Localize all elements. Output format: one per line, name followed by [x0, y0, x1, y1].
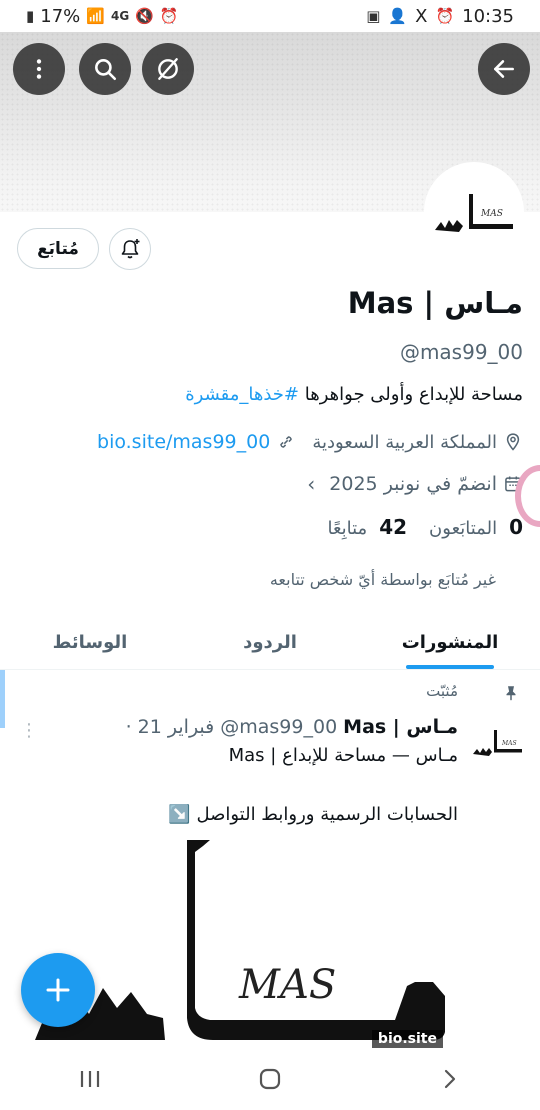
- tab-replies[interactable]: الردود: [180, 616, 360, 669]
- status-bar: ▮ 17% 📶 4G 🔇 ⏰ ▣ 👤 X ⏰ 10:35: [0, 0, 540, 32]
- profile-avatar[interactable]: MAS: [424, 162, 524, 262]
- recents-icon: [80, 1071, 100, 1087]
- grok-button[interactable]: [142, 43, 194, 95]
- more-vertical-icon: [36, 59, 42, 79]
- active-tab-indicator: [406, 665, 494, 669]
- bio-hashtag-link[interactable]: #خذها_مقشرة: [185, 384, 299, 405]
- location-text: المملكة العربية السعودية: [312, 431, 497, 453]
- person-add-icon: 👤: [388, 7, 408, 25]
- recents-button[interactable]: [60, 1059, 120, 1099]
- more-options-button[interactable]: [13, 43, 65, 95]
- tab-replies-label: الردود: [243, 632, 297, 653]
- media-signature: MAS: [238, 962, 336, 1008]
- tab-media-label: الوسائط: [52, 632, 128, 653]
- alarm-small-icon: ⏰: [435, 7, 455, 25]
- bell-plus-icon: [121, 239, 140, 259]
- signal-icon: 📶: [86, 7, 105, 25]
- not-followed-note: غير مُتابَع بواسطة أيّ شخص تتابعه: [269, 570, 496, 589]
- location-pin-icon: [506, 433, 520, 451]
- status-right: ▣ 👤 X ⏰ 10:35: [366, 6, 514, 27]
- svg-text:MAS: MAS: [501, 740, 517, 747]
- mas-logo-icon: MAS: [435, 194, 513, 232]
- post-subtitle: Mas | مـاس — مساحة للإبداع: [228, 745, 458, 766]
- home-icon: [259, 1068, 281, 1090]
- profile-bio: مساحة للإبداع وأولى جواهرها #خذها_مقشرة: [23, 384, 523, 405]
- following-count[interactable]: 42 متابِعًا: [327, 515, 407, 539]
- location-and-link-row: المملكة العربية السعودية bio.site/mas99_…: [97, 431, 523, 453]
- bio-text: مساحة للإبداع وأولى جواهرها: [299, 384, 523, 405]
- chevron-left-icon: ‹: [307, 472, 316, 496]
- mute-icon: 🔇: [135, 7, 154, 25]
- system-navigation-bar: [0, 1048, 540, 1110]
- pinned-label: مُثبّت: [426, 682, 458, 700]
- question-icon: ▣: [366, 7, 381, 25]
- followers-number: 0: [509, 515, 523, 539]
- battery-level: 17%: [40, 5, 81, 27]
- tab-posts[interactable]: المنشورات: [360, 616, 540, 669]
- post-author-name[interactable]: Mas | مـاس: [343, 716, 458, 738]
- back-button[interactable]: [478, 43, 530, 95]
- post-text: الحسابات الرسمية وروابط التواصل ↘️: [168, 804, 458, 825]
- follow-counts: 0 المتابَعون 42 متابِعًا: [327, 515, 523, 539]
- post-author-avatar[interactable]: MAS: [470, 716, 528, 768]
- battery-icon: ▮: [26, 7, 35, 25]
- post-header: Mas | مـاس @mas99_00 · 21 فبراير: [126, 716, 458, 738]
- status-left: ▮ 17% 📶 4G 🔇 ⏰: [26, 6, 179, 27]
- profile-website-link[interactable]: bio.site/mas99_00: [97, 431, 270, 453]
- post-date[interactable]: · 21 فبراير: [126, 716, 215, 738]
- chevron-right-icon: [444, 1069, 456, 1089]
- pinned-indicator-bar: [0, 670, 5, 728]
- post-author-handle[interactable]: @mas99_00: [220, 716, 337, 738]
- followers-count[interactable]: 0 المتابَعون: [429, 515, 523, 539]
- joined-date: انضمّ في نونبر 2025: [329, 473, 497, 495]
- network-type: 4G: [110, 9, 130, 23]
- joined-row[interactable]: انضمّ في نونبر 2025 ‹: [307, 472, 523, 496]
- grok-icon: [158, 58, 178, 80]
- post-more-icon[interactable]: ⋮: [20, 720, 38, 741]
- following-label: متابِعًا: [327, 518, 368, 539]
- followers-label: المتابَعون: [429, 518, 498, 539]
- profile-tabs: المنشورات الردود الوسائط: [0, 616, 540, 670]
- notification-bell-button[interactable]: [109, 228, 151, 270]
- x-app-icon: X: [415, 5, 428, 27]
- plus-icon: [46, 978, 70, 1002]
- post-media-image[interactable]: MAS bio.site: [35, 836, 457, 1048]
- profile-handle: @mas99_00: [399, 340, 523, 364]
- mas-logo-artwork: MAS: [35, 840, 445, 1040]
- display-name: Mas | مـاس: [347, 286, 523, 320]
- arrow-back-icon: [494, 60, 514, 78]
- media-watermark: bio.site: [371, 1030, 443, 1048]
- following-number: 42: [379, 515, 408, 539]
- tab-posts-label: المنشورات: [401, 632, 499, 653]
- compose-post-button[interactable]: [21, 953, 95, 1027]
- following-button[interactable]: مُتابَع: [17, 228, 99, 269]
- search-button[interactable]: [79, 43, 131, 95]
- tab-media[interactable]: الوسائط: [0, 616, 180, 669]
- back-nav-button[interactable]: [420, 1059, 480, 1099]
- pin-icon: [502, 684, 520, 706]
- search-icon: [95, 59, 117, 81]
- clock: 10:35: [462, 5, 514, 27]
- link-icon: [280, 436, 293, 448]
- mas-logo-small-icon: MAS: [473, 730, 522, 756]
- home-button[interactable]: [240, 1059, 300, 1099]
- alarm-icon: ⏰: [159, 7, 179, 25]
- svg-text:MAS: MAS: [480, 209, 503, 219]
